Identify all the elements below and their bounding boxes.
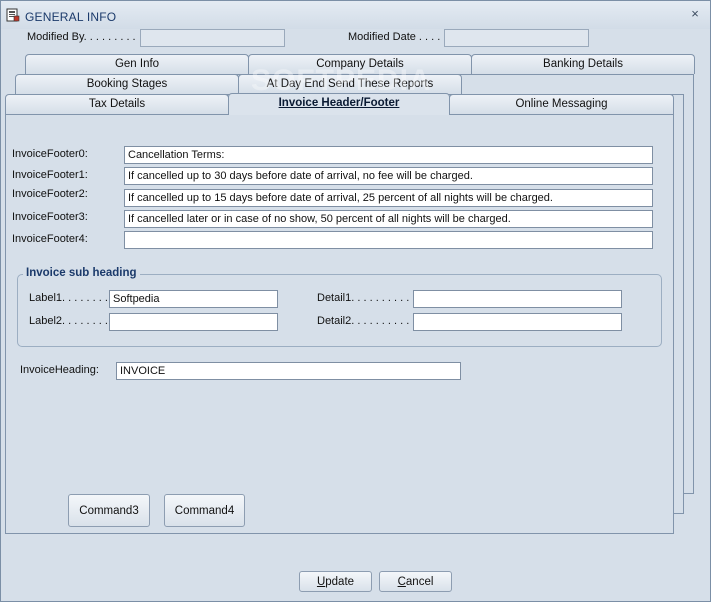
detail1-field[interactable] bbox=[413, 290, 622, 308]
invoice-footer3-field[interactable] bbox=[124, 210, 653, 228]
invoice-footer3-label: InvoiceFooter3: bbox=[12, 211, 88, 223]
modified-date-label: Modified Date . . . . bbox=[348, 31, 441, 43]
update-button-rest: pdate bbox=[325, 575, 355, 588]
tab-tax-details[interactable]: Tax Details bbox=[5, 94, 229, 114]
tab-online-messaging[interactable]: Online Messaging bbox=[449, 94, 674, 114]
invoice-footer2-label: InvoiceFooter2: bbox=[12, 188, 88, 200]
detail1-label: Detail1. . . . . . . . . . bbox=[317, 292, 410, 304]
tab-banking-details[interactable]: Banking Details bbox=[471, 54, 695, 74]
tab-invoice-header-footer[interactable]: Invoice Header/Footer bbox=[228, 93, 450, 115]
general-info-window: GENERAL INFO × Modified By. . . . . . . … bbox=[0, 0, 711, 602]
invoice-subheading-group: Invoice sub heading Label1. . . . . . . … bbox=[17, 267, 662, 347]
tab-gen-info[interactable]: Gen Info bbox=[25, 54, 249, 74]
modified-date-field[interactable] bbox=[444, 29, 589, 47]
modified-by-field[interactable] bbox=[140, 29, 285, 47]
label1-field[interactable] bbox=[109, 290, 278, 308]
command4-button[interactable]: Command4 bbox=[164, 494, 245, 527]
invoice-header-footer-panel: InvoiceFooter0: InvoiceFooter1: InvoiceF… bbox=[5, 114, 674, 534]
tab-booking-stages[interactable]: Booking Stages bbox=[15, 74, 239, 94]
invoice-footer0-field[interactable] bbox=[124, 146, 653, 164]
invoice-footer1-field[interactable] bbox=[124, 167, 653, 185]
tab-invoice-header-footer-label: Invoice Header/Footer bbox=[278, 97, 400, 109]
invoice-footer4-label: InvoiceFooter4: bbox=[12, 233, 88, 245]
title-bar: GENERAL INFO × bbox=[1, 1, 710, 29]
invoice-footer4-field[interactable] bbox=[124, 231, 653, 249]
invoice-heading-label: InvoiceHeading: bbox=[20, 364, 99, 376]
invoice-footer1-label: InvoiceFooter1: bbox=[12, 169, 88, 181]
tab-day-end-reports[interactable]: At Day End Send These Reports bbox=[238, 74, 462, 94]
cancel-button-rest: ancel bbox=[405, 575, 434, 588]
invoice-footer2-field[interactable] bbox=[124, 189, 653, 207]
cancel-button-mnemonic: C bbox=[397, 575, 406, 588]
command3-button[interactable]: Command3 bbox=[68, 494, 150, 527]
label2-label: Label2. . . . . . . . bbox=[29, 315, 108, 327]
invoice-subheading-title: Invoice sub heading bbox=[23, 267, 140, 279]
app-form-icon bbox=[6, 8, 20, 22]
invoice-footer0-label: InvoiceFooter0: bbox=[12, 148, 88, 160]
modified-by-label: Modified By. . . . . . . . . bbox=[27, 31, 136, 43]
label1-label: Label1. . . . . . . . bbox=[29, 292, 108, 304]
invoice-heading-field[interactable] bbox=[116, 362, 461, 380]
detail2-label: Detail2. . . . . . . . . . bbox=[317, 315, 410, 327]
tab-company-details[interactable]: Company Details bbox=[248, 54, 472, 74]
update-button[interactable]: Update bbox=[299, 571, 372, 592]
detail2-field[interactable] bbox=[413, 313, 622, 331]
label2-field[interactable] bbox=[109, 313, 278, 331]
window-title: GENERAL INFO bbox=[25, 10, 117, 24]
cancel-button[interactable]: Cancel bbox=[379, 571, 452, 592]
close-icon[interactable]: × bbox=[688, 7, 702, 21]
